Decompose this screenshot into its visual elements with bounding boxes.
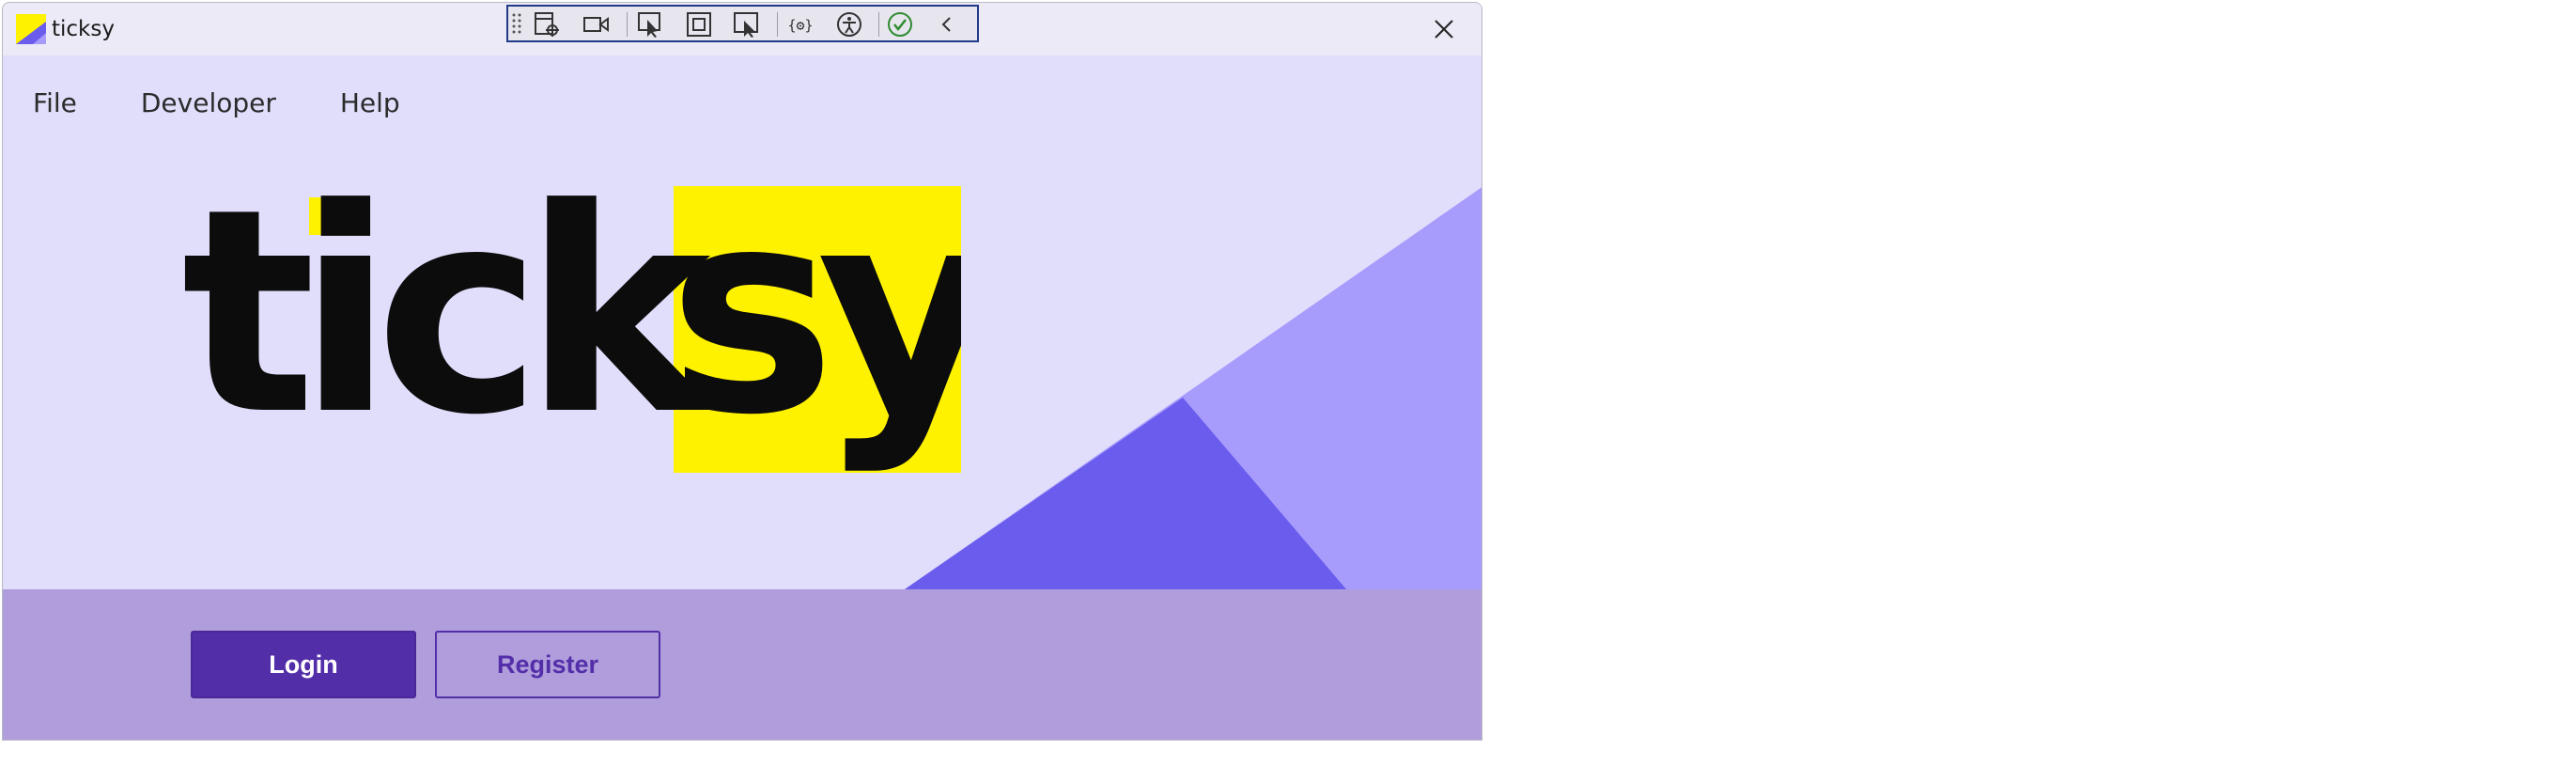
toolbar-separator	[878, 12, 879, 37]
toolbar-separator	[777, 12, 778, 37]
accessibility-icon[interactable]	[835, 10, 863, 39]
record-icon[interactable]	[582, 10, 610, 39]
title-bar[interactable]: ticksy {⚙}	[3, 3, 1482, 55]
grip-icon[interactable]	[510, 10, 523, 39]
toolbar-separator	[627, 12, 628, 37]
svg-text:{⚙}: {⚙}	[787, 17, 813, 34]
display-layout-adorners-icon[interactable]	[685, 10, 713, 39]
menu-developer[interactable]: Developer	[109, 82, 308, 125]
menu-file[interactable]: File	[3, 82, 109, 125]
logo-text-sy: sy	[668, 186, 961, 477]
menu-bar: File Developer Help	[3, 82, 432, 125]
menu-help[interactable]: Help	[308, 82, 432, 125]
collapse-chevron-icon[interactable]	[933, 10, 961, 39]
close-icon	[1435, 20, 1453, 39]
debug-toolbar: {⚙}	[506, 5, 979, 42]
live-visual-tree-icon[interactable]	[533, 10, 561, 39]
action-bar: Login Register	[3, 589, 1482, 740]
binding-failures-icon[interactable]: {⚙}	[786, 10, 815, 39]
check-icon[interactable]	[886, 10, 914, 39]
hero-banner: tick sy	[3, 125, 1482, 589]
login-button[interactable]: Login	[191, 631, 416, 698]
logo-text-tick: tick	[181, 186, 717, 477]
select-element-icon[interactable]	[636, 10, 664, 39]
app-window: ticksy {⚙} File Developer Help tick sy L…	[2, 2, 1482, 741]
track-focus-icon[interactable]	[732, 10, 760, 39]
window-title: ticksy	[52, 17, 115, 41]
close-button[interactable]	[1406, 3, 1482, 55]
ticksy-logo: tick sy	[181, 186, 961, 477]
app-logo-icon	[16, 14, 46, 44]
register-button[interactable]: Register	[435, 631, 660, 698]
